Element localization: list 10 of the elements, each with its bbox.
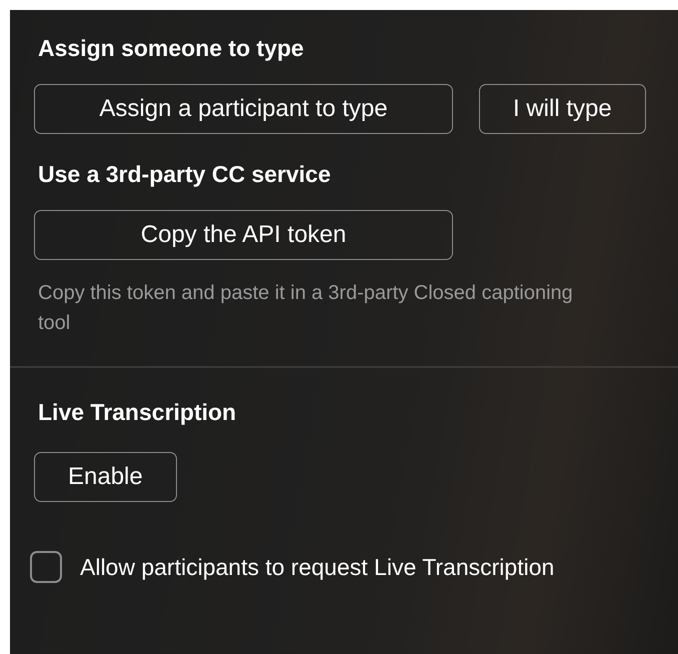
section-heading: Assign someone to type [38,34,305,62]
action-button[interactable]: I will type [479,84,646,134]
section-heading: Use a 3rd-party CC service [38,160,332,188]
action-button[interactable]: Copy the API token [34,210,453,260]
action-button[interactable]: Assign a participant to type [34,84,453,134]
checkbox[interactable] [30,551,62,584]
action-button[interactable]: Enable [34,452,177,502]
section-heading: Live Transcription [38,398,238,426]
checkbox-label: Allow participants to request Live Transcription [80,553,554,582]
help-text: Copy this token and paste it in a 3rd-party Closed captioning tool [38,281,574,336]
